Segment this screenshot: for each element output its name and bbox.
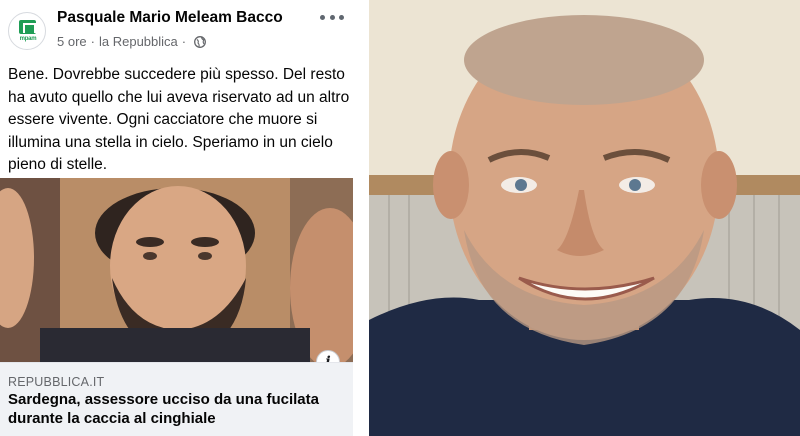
post-meta: 5 ore · la Repubblica · (57, 34, 207, 49)
facebook-post: mpam Pasquale Mario Meleam Bacco 5 ore ·… (0, 0, 362, 436)
post-text: Bene. Dovrebbe succedere più spesso. Del… (8, 66, 350, 173)
meta-separator: · (90, 34, 95, 49)
link-preview-image[interactable]: i (0, 178, 353, 362)
more-options-icon[interactable] (320, 10, 344, 24)
globe-icon (194, 35, 207, 48)
link-preview-card[interactable]: REPUBBLICA.IT Sardegna, assessore ucciso… (0, 362, 353, 436)
avatar[interactable]: mpam (8, 12, 46, 50)
portrait-image (369, 0, 800, 436)
logo-icon (19, 20, 36, 34)
avatar-logo-text: mpam (19, 36, 37, 42)
article-photo (0, 178, 353, 362)
meta-separator: · (181, 34, 187, 49)
post-time[interactable]: 5 ore (57, 34, 87, 49)
post-source: la Repubblica (98, 34, 178, 49)
link-title[interactable]: Sardegna, assessore ucciso da una fucila… (8, 390, 348, 428)
link-domain: REPUBBLICA.IT (8, 375, 105, 389)
post-header: mpam Pasquale Mario Meleam Bacco 5 ore ·… (0, 0, 362, 62)
post-author[interactable]: Pasquale Mario Meleam Bacco (57, 9, 283, 27)
portrait-photo (369, 0, 800, 436)
image-divider (362, 0, 369, 436)
